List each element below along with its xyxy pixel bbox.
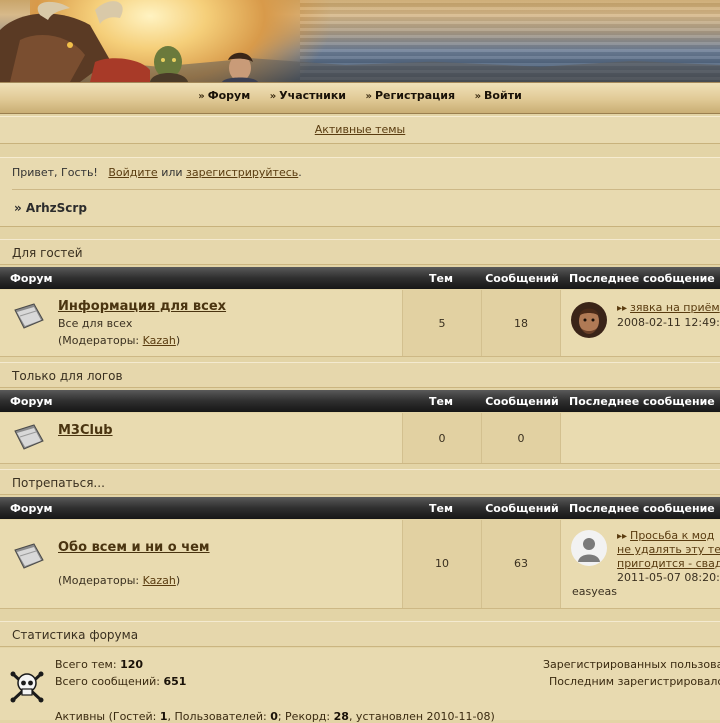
forum-table-header: Форум Тем Сообщений Последнее сообщение — [0, 390, 720, 412]
header-forum: Форум — [10, 272, 53, 285]
forum-title-link[interactable]: Информация для всех — [58, 299, 226, 314]
last-post-author: easyeas — [572, 585, 617, 598]
guest-greeting: Привет, Гость! Войдите или зарегистрируй… — [12, 166, 302, 179]
active-topics-bar: Активные темы — [0, 116, 720, 144]
nav-item-register[interactable]: » Регистрация — [366, 83, 456, 110]
user-avatar-image — [571, 302, 607, 338]
last-post-cell: ▸▸ Просьба к мод не удалять эту те пригод… — [561, 520, 720, 608]
posts-count: 18 — [514, 317, 528, 330]
last-post-date: 2008-02-11 12:49: — [617, 316, 720, 329]
category-title: Только для логов — [0, 362, 720, 388]
header-forum: Форум — [10, 502, 53, 515]
moderator-link[interactable]: Kazah — [143, 334, 176, 347]
header-posts: Сообщений — [485, 272, 559, 285]
category-title: Потрепаться... — [0, 469, 720, 495]
breadcrumb: » ArhzScrp — [14, 201, 87, 215]
forum-moderators: (Модераторы: Kazah) — [58, 334, 181, 347]
topics-count: 10 — [435, 557, 449, 570]
last-post-link[interactable]: Просьба к мод — [630, 529, 714, 542]
header-banner — [0, 0, 720, 82]
login-link[interactable]: Войдите — [108, 166, 157, 179]
header-last-post: Последнее сообщение — [569, 395, 715, 408]
double-chevron-icon: » — [198, 91, 205, 102]
last-post-arrow-icon[interactable]: ▸▸ — [617, 531, 627, 542]
topics-count: 0 — [438, 432, 446, 445]
forum-title-link[interactable]: M3Club — [58, 423, 113, 438]
nav-item-forum[interactable]: » Форум — [198, 83, 250, 110]
skull-crossbones-icon — [10, 671, 44, 703]
forum-folder-icon — [14, 424, 44, 450]
last-post-cell: ▸▸ зявка на приём 2008-02-11 12:49: — [561, 290, 720, 356]
forum-row: Информация для всех Все для всех (Модера… — [0, 290, 720, 357]
last-post-link[interactable]: зявка на приём — [630, 301, 720, 314]
header-posts: Сообщений — [485, 502, 559, 515]
forum-stats: Всего тем: 120 Всего сообщений: 651 Заре… — [0, 648, 720, 723]
forum-title-link[interactable]: Обо всем и ни о чем — [58, 540, 210, 555]
forum-description: Все для всех — [58, 317, 133, 330]
banner-characters-art — [0, 1, 258, 82]
active-topics-link[interactable]: Активные темы — [315, 123, 406, 136]
stats-title: Статистика форума — [0, 621, 720, 647]
forum-table-header: Форум Тем Сообщений Последнее сообщение — [0, 497, 720, 519]
nav-item-members[interactable]: » Участники — [270, 83, 346, 110]
forum-row: M3Club 0 0 — [0, 413, 720, 464]
main-nav: » Форум » Участники » Регистрация » Войти — [0, 82, 720, 114]
header-topics: Тем — [429, 272, 453, 285]
stat-last-registered: Последним зарегистрировалс — [549, 675, 720, 688]
stat-online: Активны (Гостей: 1, Пользователей: 0; Ре… — [55, 710, 495, 723]
last-post-cell — [561, 413, 720, 463]
forum-folder-icon — [14, 543, 44, 569]
forum-folder-icon — [14, 303, 44, 329]
moderator-link[interactable]: Kazah — [143, 574, 176, 587]
last-post-date: 2011-05-07 08:20: — [617, 571, 720, 584]
category-title: Для гостей — [0, 239, 720, 265]
posts-count: 63 — [514, 557, 528, 570]
register-link[interactable]: зарегистрируйтесь — [186, 166, 298, 179]
forum-moderators: (Модераторы: Kazah) — [58, 574, 181, 587]
welcome-box: Привет, Гость! Войдите или зарегистрируй… — [0, 157, 720, 227]
forum-row: Обо всем и ни о чем (Модераторы: Kazah) … — [0, 520, 720, 609]
header-topics: Тем — [429, 502, 453, 515]
header-topics: Тем — [429, 395, 453, 408]
last-post-arrow-icon[interactable]: ▸▸ — [617, 303, 627, 314]
stat-total-posts: Всего сообщений: 651 — [55, 675, 187, 688]
divider — [12, 189, 720, 190]
stat-total-topics: Всего тем: 120 — [55, 658, 144, 671]
default-user-icon — [571, 530, 607, 566]
avatar[interactable] — [571, 530, 607, 566]
double-chevron-icon: » — [365, 91, 372, 102]
posts-count: 0 — [517, 432, 525, 445]
double-chevron-icon: » — [474, 91, 482, 102]
stat-registered-users: Зарегистрированных пользова — [543, 658, 720, 671]
last-post-link-cont[interactable]: пригодится - свад — [617, 557, 720, 570]
last-post-link-cont[interactable]: не удалять эту те — [617, 543, 720, 556]
nav-item-login[interactable]: » Войти — [475, 83, 522, 110]
header-posts: Сообщений — [485, 395, 559, 408]
topics-count: 5 — [438, 317, 446, 330]
avatar[interactable] — [571, 302, 607, 338]
double-chevron-icon: » — [269, 91, 277, 102]
header-forum: Форум — [10, 395, 53, 408]
forum-table-header: Форум Тем Сообщений Последнее сообщение — [0, 267, 720, 289]
header-last-post: Последнее сообщение — [569, 502, 715, 515]
header-last-post: Последнее сообщение — [569, 272, 715, 285]
